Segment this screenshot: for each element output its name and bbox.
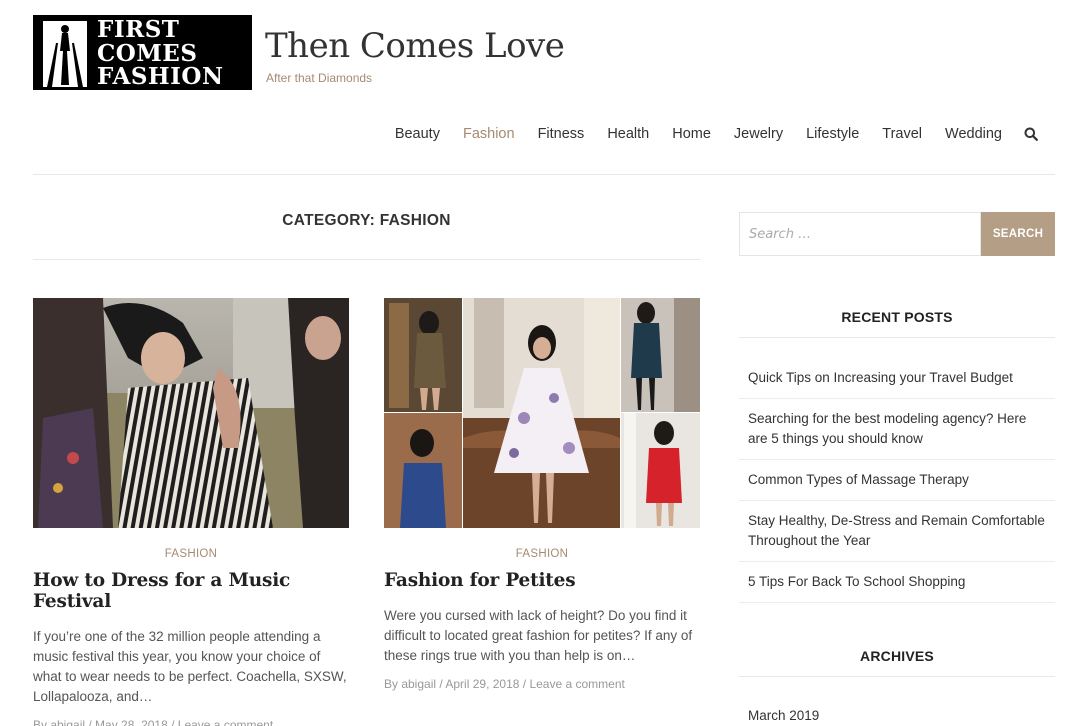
search-icon[interactable]	[1024, 127, 1038, 141]
nav-item-lifestyle[interactable]: Lifestyle	[806, 126, 859, 142]
post-excerpt: If you’re one of the 32 million people a…	[33, 629, 347, 704]
festival-photo	[33, 298, 349, 528]
model-silhouette-icon	[43, 21, 87, 87]
post-title[interactable]: How to Dress for a Music Festival	[33, 570, 349, 612]
archive-link[interactable]: March 2019	[748, 708, 819, 723]
nav-item-travel[interactable]: Travel	[882, 126, 922, 142]
post-comment-link[interactable]: Leave a comment	[178, 718, 273, 726]
recent-posts-title: RECENT POSTS	[841, 309, 953, 325]
nav-item-fitness[interactable]: Fitness	[538, 126, 585, 142]
post-meta: By abigail / May 28, 2018 / Leave a comm…	[33, 718, 349, 726]
post-title[interactable]: Fashion for Petites	[384, 570, 700, 591]
post-card: FASHION How to Dress for a Music Festiva…	[33, 298, 349, 726]
logo-wordmark: FIRST COMES FASHION	[97, 16, 250, 90]
post-author[interactable]: By abigail	[384, 677, 436, 691]
recent-posts-divider	[739, 337, 1055, 338]
logo-line: FIRST	[97, 16, 180, 43]
site-tagline: After that Diamonds	[266, 71, 373, 85]
post-card: FASHION Fashion for Petites Were you cur…	[384, 298, 700, 691]
recent-posts-list: Quick Tips on Increasing your Travel Bud…	[739, 358, 1055, 603]
nav-item-wedding[interactable]: Wedding	[945, 126, 1002, 142]
site-logo[interactable]: FIRST COMES FASHION	[33, 15, 252, 90]
logo-line: FASHION	[97, 63, 224, 90]
post-date[interactable]: April 29, 2018	[445, 677, 519, 691]
post-meta: By abigail / April 29, 2018 / Leave a co…	[384, 677, 625, 691]
post-comment-link[interactable]: Leave a comment	[529, 677, 624, 691]
logo-line: COMES	[97, 39, 198, 67]
recent-post-link[interactable]: Common Types of Massage Therapy	[739, 460, 1055, 501]
recent-post-link[interactable]: Quick Tips on Increasing your Travel Bud…	[739, 358, 1055, 399]
nav-item-beauty[interactable]: Beauty	[395, 126, 440, 142]
header-divider	[33, 174, 1055, 175]
archives-divider	[739, 676, 1055, 677]
post-date[interactable]: May 28, 2018	[95, 718, 168, 726]
recent-post-link[interactable]: 5 Tips For Back To School Shopping	[739, 562, 1055, 603]
site-title[interactable]: Then Comes Love	[265, 26, 565, 66]
title-divider	[33, 259, 700, 260]
post-excerpt: Were you cursed with lack of height? Do …	[384, 608, 693, 663]
post-thumbnail-petites[interactable]	[384, 298, 700, 528]
post-author[interactable]: By abigail	[33, 718, 85, 726]
page-title: CATEGORY: FASHION	[282, 212, 451, 229]
recent-post-link[interactable]: Searching for the best modeling agency? …	[739, 399, 1055, 460]
main-nav: Beauty Fashion Fitness Health Home Jewel…	[372, 126, 1038, 142]
nav-item-home[interactable]: Home	[672, 126, 711, 142]
petites-collage-photo	[384, 298, 700, 528]
search-button[interactable]: SEARCH	[981, 212, 1055, 256]
post-category[interactable]: FASHION	[384, 548, 700, 560]
post-category[interactable]: FASHION	[33, 548, 349, 560]
archives-title: ARCHIVES	[860, 648, 934, 664]
nav-item-fashion[interactable]: Fashion	[463, 126, 515, 142]
post-thumbnail-festival[interactable]	[33, 298, 349, 528]
nav-item-health[interactable]: Health	[607, 126, 649, 142]
sidebar-search-form: SEARCH	[739, 212, 1055, 256]
nav-item-jewelry[interactable]: Jewelry	[734, 126, 783, 142]
search-input[interactable]	[739, 212, 981, 256]
recent-post-link[interactable]: Stay Healthy, De-Stress and Remain Comfo…	[739, 501, 1055, 562]
